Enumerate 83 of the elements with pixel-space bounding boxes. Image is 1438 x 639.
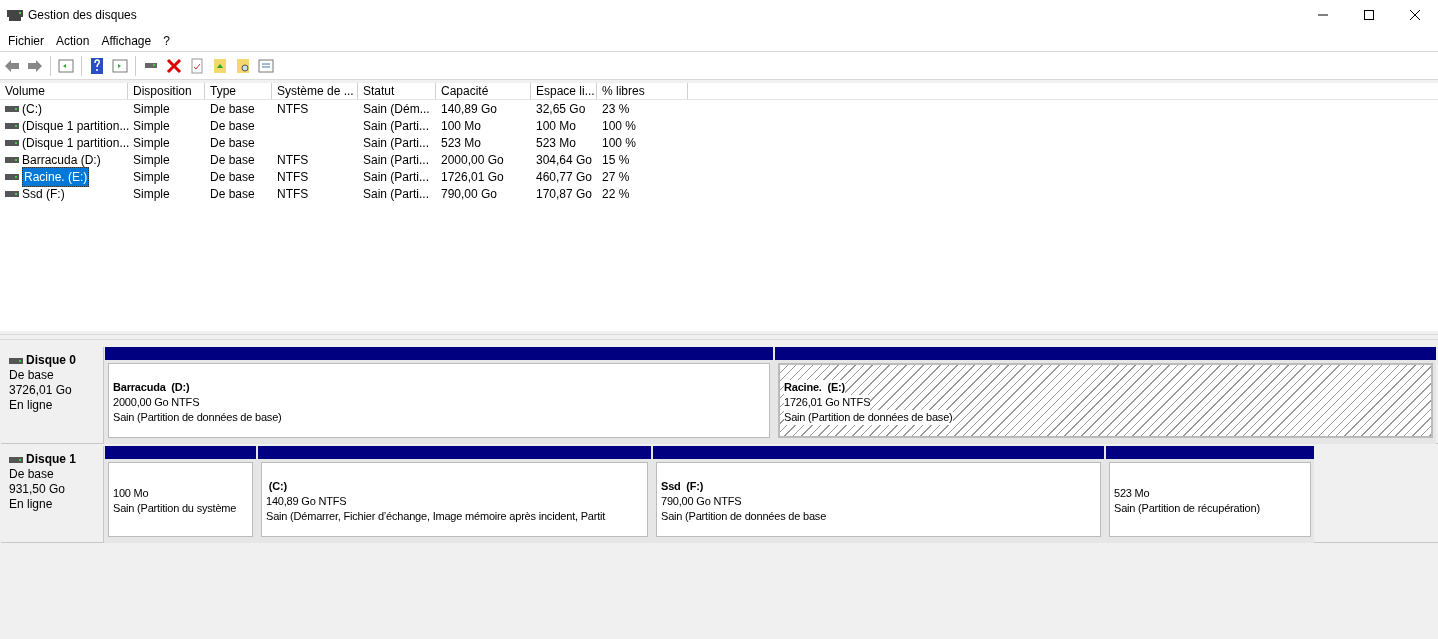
table-cell-text: 27 %	[602, 168, 630, 186]
table-cell-text: Sain (Parti...	[363, 151, 430, 169]
close-icon	[1410, 10, 1420, 20]
disk-name: Disque 1	[26, 452, 76, 467]
menu-item[interactable]: Action	[50, 30, 96, 51]
disk-status: En ligne	[9, 398, 54, 413]
table-cell-text: 170,87 Go	[536, 185, 593, 203]
table-cell-text: 15 %	[602, 151, 630, 169]
table-cell-text: Sain (Parti...	[363, 117, 430, 135]
drive-icon	[5, 155, 19, 164]
disk-status: En ligne	[9, 497, 54, 512]
table-cell-text: (Disque 1 partition...	[22, 134, 130, 152]
table-cell-text: 100 Mo	[441, 117, 482, 135]
table-cell-text: De base	[210, 151, 255, 169]
disk-size: 931,50 Go	[9, 482, 67, 497]
table-cell-text: 22 %	[602, 185, 630, 203]
table-cell-text: 523 Mo	[536, 134, 577, 152]
table-cell-text: 23 %	[602, 100, 630, 118]
table-cell-text: Sain (Parti...	[363, 134, 430, 152]
table-cell-text: (Disque 1 partition...	[22, 117, 130, 135]
drive-icon	[9, 455, 23, 464]
maximize-icon	[1364, 10, 1374, 20]
disk-management-icon	[7, 8, 23, 22]
table-cell: Racine. (E:)	[22, 166, 90, 187]
partition-size: 1726,01 Go NTFS	[784, 394, 871, 410]
table-cell-text: 523 Mo	[441, 134, 482, 152]
table-cell-text: De base	[210, 168, 255, 186]
table-cell-text: 32,65 Go	[536, 100, 586, 118]
table-cell-text: Sain (Dém...	[363, 100, 430, 118]
column-header[interactable]: Système de ...	[272, 83, 358, 99]
column-header[interactable]: Type	[205, 83, 272, 99]
partition-label: Racine. (E:)	[784, 379, 845, 395]
partition-status: Sain (Partition de données de base)	[784, 409, 953, 425]
table-cell-text: Sain (Parti...	[363, 185, 430, 203]
table-cell-text: (C:)	[22, 100, 42, 118]
table-cell-text: Simple	[133, 168, 170, 186]
disk-type: De base	[9, 467, 55, 482]
menu-item[interactable]: Fichier	[2, 30, 50, 51]
menu-item[interactable]: Affichage	[95, 30, 158, 51]
table-cell-text: 140,89 Go	[441, 100, 498, 118]
drive-icon	[5, 104, 19, 113]
table-cell-text: Simple	[133, 117, 170, 135]
column-header[interactable]: Volume	[0, 83, 128, 99]
drive-icon	[5, 121, 19, 130]
table-cell-text: De base	[210, 134, 255, 152]
disk-name: Disque 0	[26, 353, 76, 368]
table-cell-text: Simple	[133, 185, 170, 203]
column-header[interactable]: Capacité	[436, 83, 531, 99]
table-cell-text: 100 Mo	[536, 117, 577, 135]
partition-status: Sain (Partition du système	[113, 501, 237, 516]
drive-icon	[5, 172, 19, 181]
table-cell-text: 2000,00 Go	[441, 151, 504, 169]
table-cell-text: 100 %	[602, 134, 637, 152]
drive-icon	[5, 138, 19, 147]
menu-item[interactable]: ?	[157, 30, 176, 51]
table-cell-text: Simple	[133, 100, 170, 118]
table-cell-text: Simple	[133, 151, 170, 169]
drive-icon	[5, 189, 19, 198]
table-cell-text: Ssd (F:)	[22, 185, 65, 203]
column-header[interactable]: Statut	[358, 83, 436, 99]
column-header[interactable]: % libres	[597, 83, 688, 99]
table-cell-text: NTFS	[277, 168, 309, 186]
table-cell-text: 1726,01 Go	[441, 168, 504, 186]
disk-type: De base	[9, 368, 55, 383]
drive-icon	[9, 356, 23, 365]
table-cell-text: De base	[210, 185, 255, 203]
window-title: Gestion des disques	[28, 7, 137, 24]
table-cell-text: NTFS	[277, 151, 309, 169]
table-cell-text: Barracuda (D:)	[22, 151, 101, 169]
table-cell-text: De base	[210, 117, 255, 135]
partition-status: Sain (Partition de récupération)	[1114, 501, 1260, 516]
table-cell-text: 304,64 Go	[536, 151, 593, 169]
table-cell-text: NTFS	[277, 100, 309, 118]
table-cell-text: NTFS	[277, 185, 309, 203]
table-cell-text: De base	[210, 100, 255, 118]
table-cell-text: Simple	[133, 134, 170, 152]
column-header[interactable]: Disposition	[128, 83, 205, 99]
column-header[interactable]: Espace li...	[531, 83, 597, 99]
table-cell-text: Sain (Parti...	[363, 168, 430, 186]
table-cell-text: 790,00 Go	[441, 185, 498, 203]
disk-size: 3726,01 Go	[9, 383, 73, 398]
table-cell-text: 100 %	[602, 117, 637, 135]
table-cell-text: 460,77 Go	[536, 168, 593, 186]
